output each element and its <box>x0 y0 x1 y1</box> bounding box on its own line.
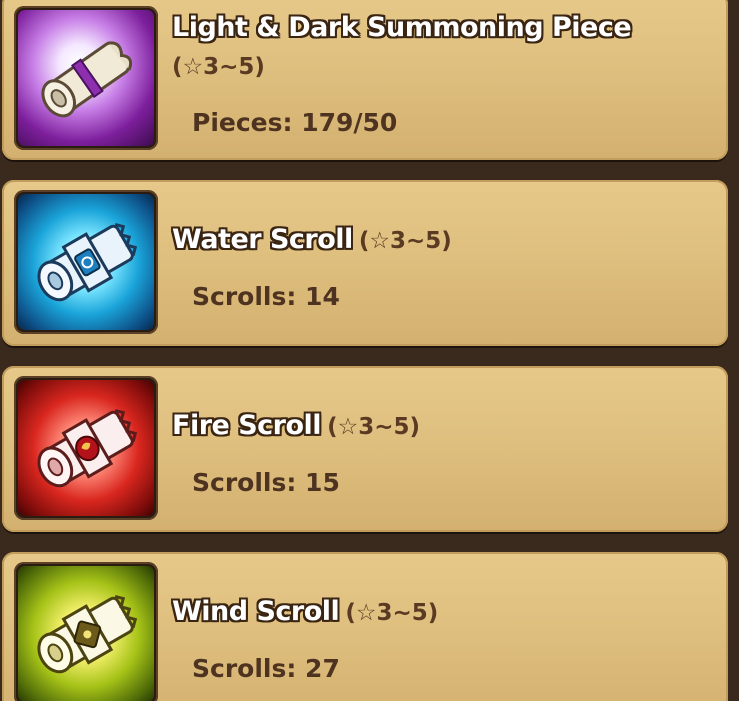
item-count: Scrolls: 14 <box>192 282 340 311</box>
scroll-inventory-list: Light & Dark Summoning Piece (☆3~5) Piec… <box>0 0 739 701</box>
item-name: Fire Scroll <box>172 410 322 441</box>
water-scroll-icon <box>14 190 158 334</box>
item-count: Scrolls: 15 <box>192 468 340 497</box>
list-item-light-dark-piece[interactable]: Light & Dark Summoning Piece (☆3~5) Piec… <box>2 0 728 160</box>
item-grade: (☆3~5) <box>358 228 452 254</box>
fire-scroll-icon <box>14 376 158 520</box>
item-name: Wind Scroll <box>172 596 340 627</box>
wind-scroll-icon <box>14 562 158 701</box>
item-title: Fire Scroll (☆3~5) <box>172 410 420 441</box>
light-dark-piece-icon <box>14 6 158 150</box>
item-name: Water Scroll <box>172 224 353 255</box>
item-title: Light & Dark Summoning Piece <box>172 12 632 43</box>
item-title: Wind Scroll (☆3~5) <box>172 596 438 627</box>
item-grade: (☆3~5) <box>345 600 439 626</box>
item-count: Pieces: 179/50 <box>192 108 398 137</box>
item-grade: (☆3~5) <box>327 414 420 440</box>
item-count: Scrolls: 27 <box>192 654 340 683</box>
item-title: Water Scroll (☆3~5) <box>172 224 452 255</box>
list-item-water-scroll[interactable]: Water Scroll (☆3~5) Scrolls: 14 <box>2 180 728 346</box>
item-grade: (☆3~5) <box>172 54 265 80</box>
list-item-fire-scroll[interactable]: Fire Scroll (☆3~5) Scrolls: 15 <box>2 366 728 532</box>
item-name: Light & Dark Summoning Piece <box>172 12 632 43</box>
list-item-wind-scroll[interactable]: Wind Scroll (☆3~5) Scrolls: 27 <box>2 552 728 701</box>
